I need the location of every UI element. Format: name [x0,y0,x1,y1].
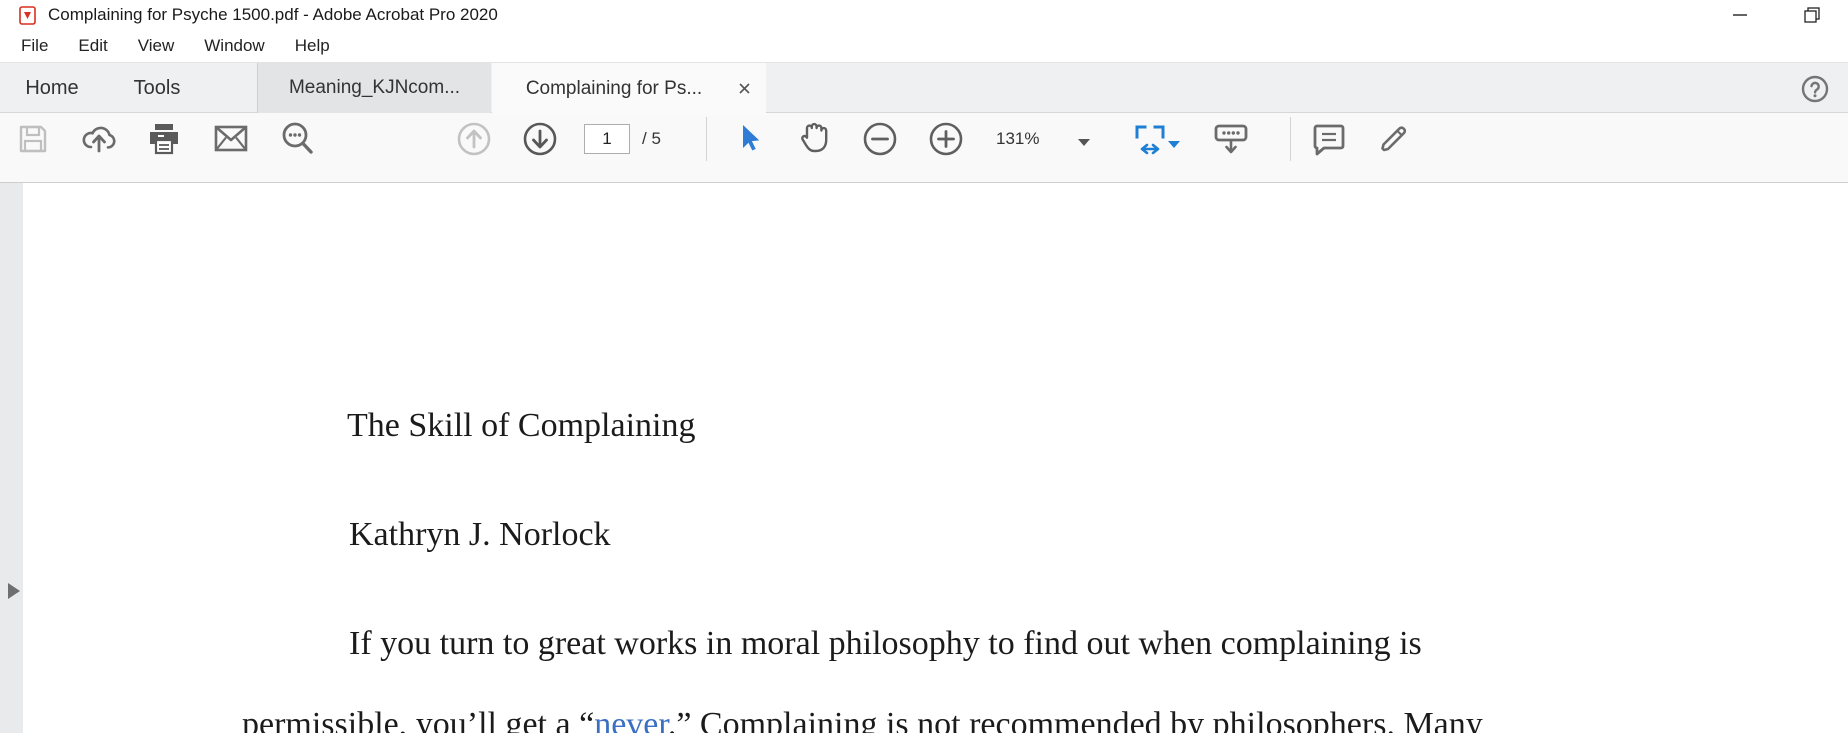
search-icon[interactable] [276,117,320,161]
document-area[interactable]: The Skill of Complaining Kathryn J. Norl… [0,183,1848,733]
restore-icon[interactable] [1790,0,1834,30]
menu-file[interactable]: File [6,30,63,62]
expand-pane-icon[interactable] [8,583,20,599]
save-icon[interactable] [11,117,55,161]
minimize-icon[interactable] [1718,0,1762,30]
help-circle-icon[interactable] [1800,74,1830,104]
fit-width-icon[interactable] [1128,117,1172,161]
arrow-down-circle-icon[interactable] [518,117,562,161]
zoom-level-value[interactable]: 131% [996,124,1039,154]
tab-bar: Home Tools Meaning_KJNcom... Complaining… [0,62,1848,115]
email-icon[interactable] [209,117,253,161]
document-tab-inactive[interactable]: Meaning_KJNcom... [258,63,491,113]
page-scrolling-icon[interactable] [1209,117,1253,161]
pdf-title-text: The Skill of Complaining [347,407,696,444]
menu-window[interactable]: Window [189,30,279,62]
navigation-pane-rail [0,183,23,733]
main-toolbar: / 5 131% [0,113,1848,183]
menu-bar: File Edit View Window Help [0,30,1848,62]
document-tab-label: Meaning_KJNcom... [288,77,461,98]
acrobat-window: Complaining for Psyche 1500.pdf - Adobe … [0,0,1848,733]
menu-view[interactable]: View [123,30,190,62]
pdf-author-text: Kathryn J. Norlock [349,516,611,553]
plus-circle-icon[interactable] [924,117,968,161]
print-icon[interactable] [142,117,186,161]
pdf-paragraph-line1: If you turn to great works in moral phil… [349,625,1422,662]
chevron-down-icon[interactable] [1168,141,1180,148]
arrow-up-circle-icon[interactable] [452,117,496,161]
highlighter-icon[interactable] [1373,117,1417,161]
close-icon[interactable] [737,81,752,96]
toolbar-separator [706,117,707,161]
title-bar: Complaining for Psyche 1500.pdf - Adobe … [0,0,1848,30]
pdf-line2-pre: permissible, you’ll get a “ [242,706,595,733]
menu-edit[interactable]: Edit [63,30,122,62]
page-number-input[interactable] [584,124,630,154]
acrobat-pdf-icon [19,6,36,25]
tab-tools-label: Tools [133,76,181,99]
pdf-hyperlink-never[interactable]: never [594,706,668,733]
page-total-label: / 5 [642,129,661,148]
comment-icon[interactable] [1307,117,1351,161]
window-title: Complaining for Psyche 1500.pdf - Adobe … [48,5,498,24]
document-tab-active[interactable]: Complaining for Ps... [492,63,766,115]
menu-help[interactable]: Help [280,30,345,62]
toolbar-separator [1290,117,1291,161]
select-arrow-icon[interactable] [727,117,771,161]
hand-tool-icon[interactable] [793,117,837,161]
tab-home-label: Home [25,76,79,99]
pdf-paragraph-line2: permissible, you’ll get a “never.” Compl… [242,706,1483,733]
pdf-line2-post: .” Complaining is not recommended by phi… [667,706,1483,733]
tab-tools[interactable]: Tools [112,63,202,113]
cloud-upload-icon[interactable] [77,117,121,161]
chevron-down-icon[interactable] [1078,139,1090,146]
document-tab-label: Complaining for Ps... [525,78,703,99]
minus-circle-icon[interactable] [858,117,902,161]
tab-home[interactable]: Home [8,63,96,113]
